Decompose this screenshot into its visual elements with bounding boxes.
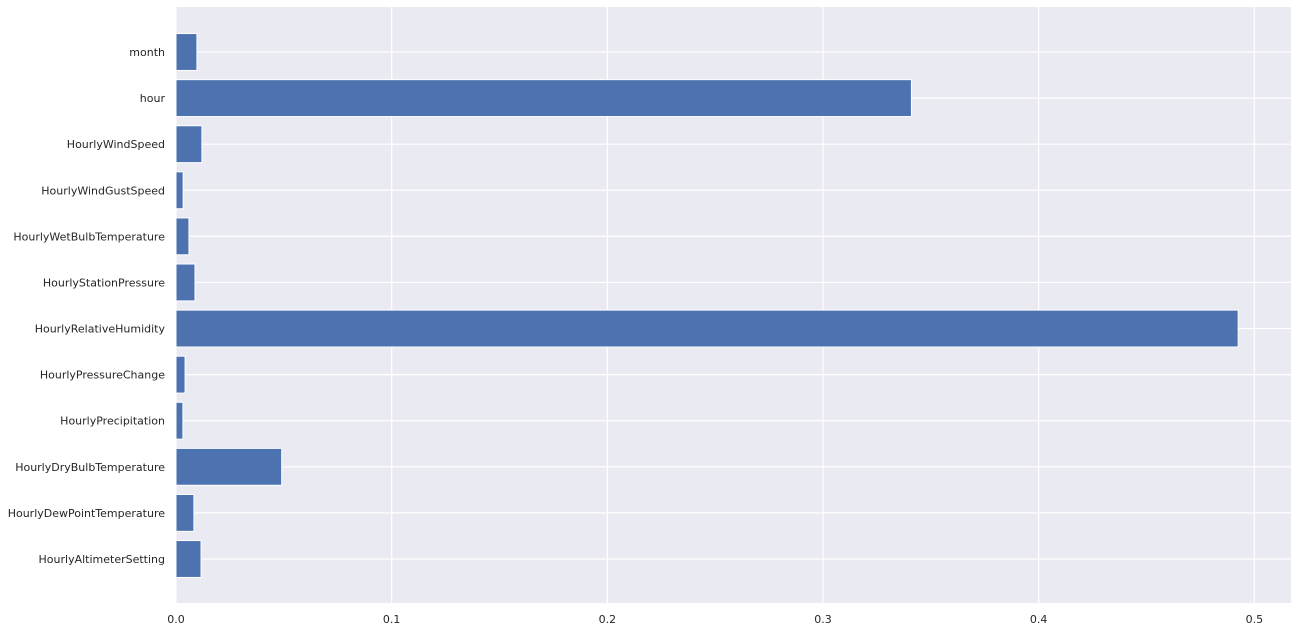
bar-hourlystationpressure xyxy=(175,263,196,302)
bar-hourlywetbulbtemperature xyxy=(175,217,190,256)
y-tick-label: HourlyWindSpeed xyxy=(67,138,165,151)
bar-hourlyaltimetersetting xyxy=(175,540,202,578)
bar-month xyxy=(175,33,198,71)
y-tick-label: HourlyDewPointTemperature xyxy=(8,507,166,520)
y-tick-label: month xyxy=(129,46,165,59)
x-tick-labels: 0.0 0.1 0.2 0.3 0.4 0.5 xyxy=(167,613,1263,626)
x-tick-label: 0.5 xyxy=(1246,613,1264,626)
bar-hourlyprecipitation xyxy=(175,401,184,440)
bar-hourlydrybulbtemperature xyxy=(175,447,283,486)
bar-hourlydewpointtemperature xyxy=(175,493,195,532)
y-tick-label: hour xyxy=(140,92,166,105)
y-tick-label: HourlyStationPressure xyxy=(43,276,165,289)
y-tick-label: HourlyWetBulbTemperature xyxy=(13,230,165,243)
bar-hourlypressurechange xyxy=(175,355,186,394)
x-tick-label: 0.2 xyxy=(599,613,617,626)
y-tick-label: HourlyPressureChange xyxy=(40,369,165,382)
y-tick-label: HourlyAltimeterSetting xyxy=(39,553,165,566)
bar-hour xyxy=(175,79,912,118)
x-tick-label: 0.3 xyxy=(814,613,832,626)
y-tick-label: HourlyRelativeHumidity xyxy=(35,323,166,336)
y-tick-labels: HourlyAltimeterSetting HourlyDewPointTemp… xyxy=(8,46,166,566)
y-tick-label: HourlyDryBulbTemperature xyxy=(15,461,165,474)
bar-hourlywindspeed xyxy=(175,125,203,164)
bar-hourlyrelativehumidity xyxy=(175,309,1239,348)
y-tick-label: HourlyPrecipitation xyxy=(60,415,165,428)
bar-hourlywindgustspeed xyxy=(175,171,184,210)
feature-importance-chart: HourlyAltimeterSetting HourlyDewPointTemp… xyxy=(8,7,1291,626)
x-tick-label: 0.1 xyxy=(383,613,401,626)
x-tick-label: 0.4 xyxy=(1030,613,1048,626)
y-tick-label: HourlyWindGustSpeed xyxy=(41,184,165,197)
x-tick-label: 0.0 xyxy=(167,613,185,626)
